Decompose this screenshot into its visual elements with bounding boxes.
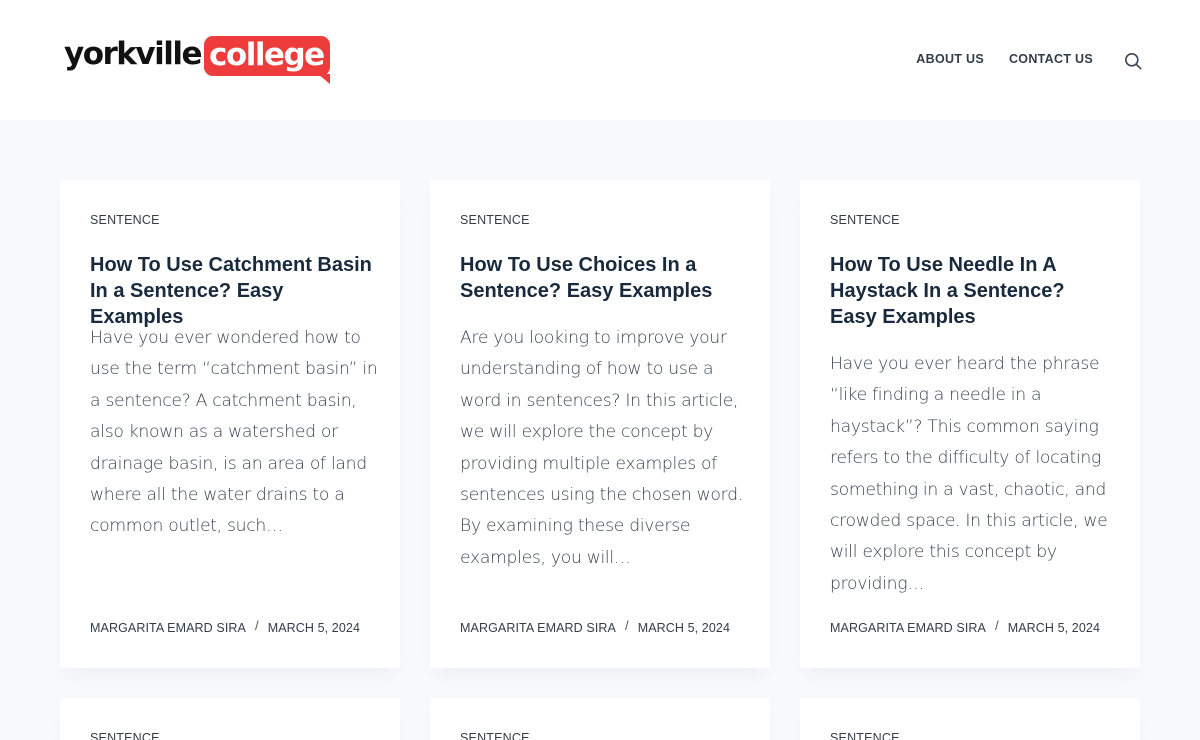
- logo-highlight-label: college: [209, 37, 325, 73]
- post-card: SENTENCE: [800, 698, 1140, 740]
- logo-text-yorkville: yorkville: [64, 36, 203, 72]
- post-meta: MARGARITA EMARD SIRA / MARCH 5, 2024: [460, 618, 730, 635]
- post-author-link[interactable]: MARGARITA EMARD SIRA: [460, 621, 616, 635]
- post-category-link[interactable]: SENTENCE: [830, 731, 900, 740]
- post-excerpt: Have you ever heard the phrase “like fin…: [830, 354, 1108, 594]
- post-category-link[interactable]: SENTENCE: [460, 731, 530, 740]
- post-card: SENTENCE How To Use Catchment Basin In a…: [60, 180, 400, 668]
- post-card: SENTENCE How To Use Choices In a Sentenc…: [430, 180, 770, 668]
- post-category-link[interactable]: SENTENCE: [90, 731, 160, 740]
- meta-separator: /: [624, 618, 629, 633]
- meta-separator: /: [994, 618, 999, 633]
- post-category-link[interactable]: SENTENCE: [460, 213, 530, 227]
- logo-bubble-tail: [317, 74, 330, 84]
- search-icon[interactable]: [1124, 52, 1142, 70]
- meta-separator: /: [254, 618, 259, 633]
- logo-text-college: college: [204, 36, 330, 84]
- post-excerpt: Are you looking to improve your understa…: [460, 328, 743, 568]
- main-nav: ABOUT US CONTACT US: [916, 52, 1093, 67]
- post-title[interactable]: How To Use Needle In A Haystack In a Sen…: [830, 252, 1115, 330]
- post-date: MARCH 5, 2024: [637, 620, 730, 635]
- post-date: MARCH 5, 2024: [267, 620, 360, 635]
- post-card: SENTENCE How To Use Needle In A Haystack…: [800, 180, 1140, 668]
- search-icon-svg: [1125, 53, 1142, 70]
- post-card: SENTENCE: [60, 698, 400, 740]
- site-header: yorkville college ABOUT US CONTACT US: [0, 0, 1200, 120]
- post-author-link[interactable]: MARGARITA EMARD SIRA: [90, 621, 246, 635]
- post-author-link[interactable]: MARGARITA EMARD SIRA: [830, 621, 986, 635]
- post-title[interactable]: How To Use Choices In a Sentence? Easy E…: [460, 252, 745, 304]
- post-meta: MARGARITA EMARD SIRA / MARCH 5, 2024: [830, 618, 1100, 635]
- nav-item-contact-us[interactable]: CONTACT US: [1009, 52, 1093, 67]
- post-category-link[interactable]: SENTENCE: [830, 213, 900, 227]
- post-title[interactable]: How To Use Catchment Basin In a Sentence…: [90, 252, 375, 330]
- site-logo[interactable]: yorkville college: [64, 34, 330, 86]
- post-category-link[interactable]: SENTENCE: [90, 213, 160, 227]
- post-excerpt: Have you ever wondered how to use the te…: [90, 328, 378, 537]
- post-card: SENTENCE: [430, 698, 770, 740]
- post-meta: MARGARITA EMARD SIRA / MARCH 5, 2024: [90, 618, 360, 635]
- nav-item-about-us[interactable]: ABOUT US: [916, 52, 984, 67]
- post-date: MARCH 5, 2024: [1007, 620, 1100, 635]
